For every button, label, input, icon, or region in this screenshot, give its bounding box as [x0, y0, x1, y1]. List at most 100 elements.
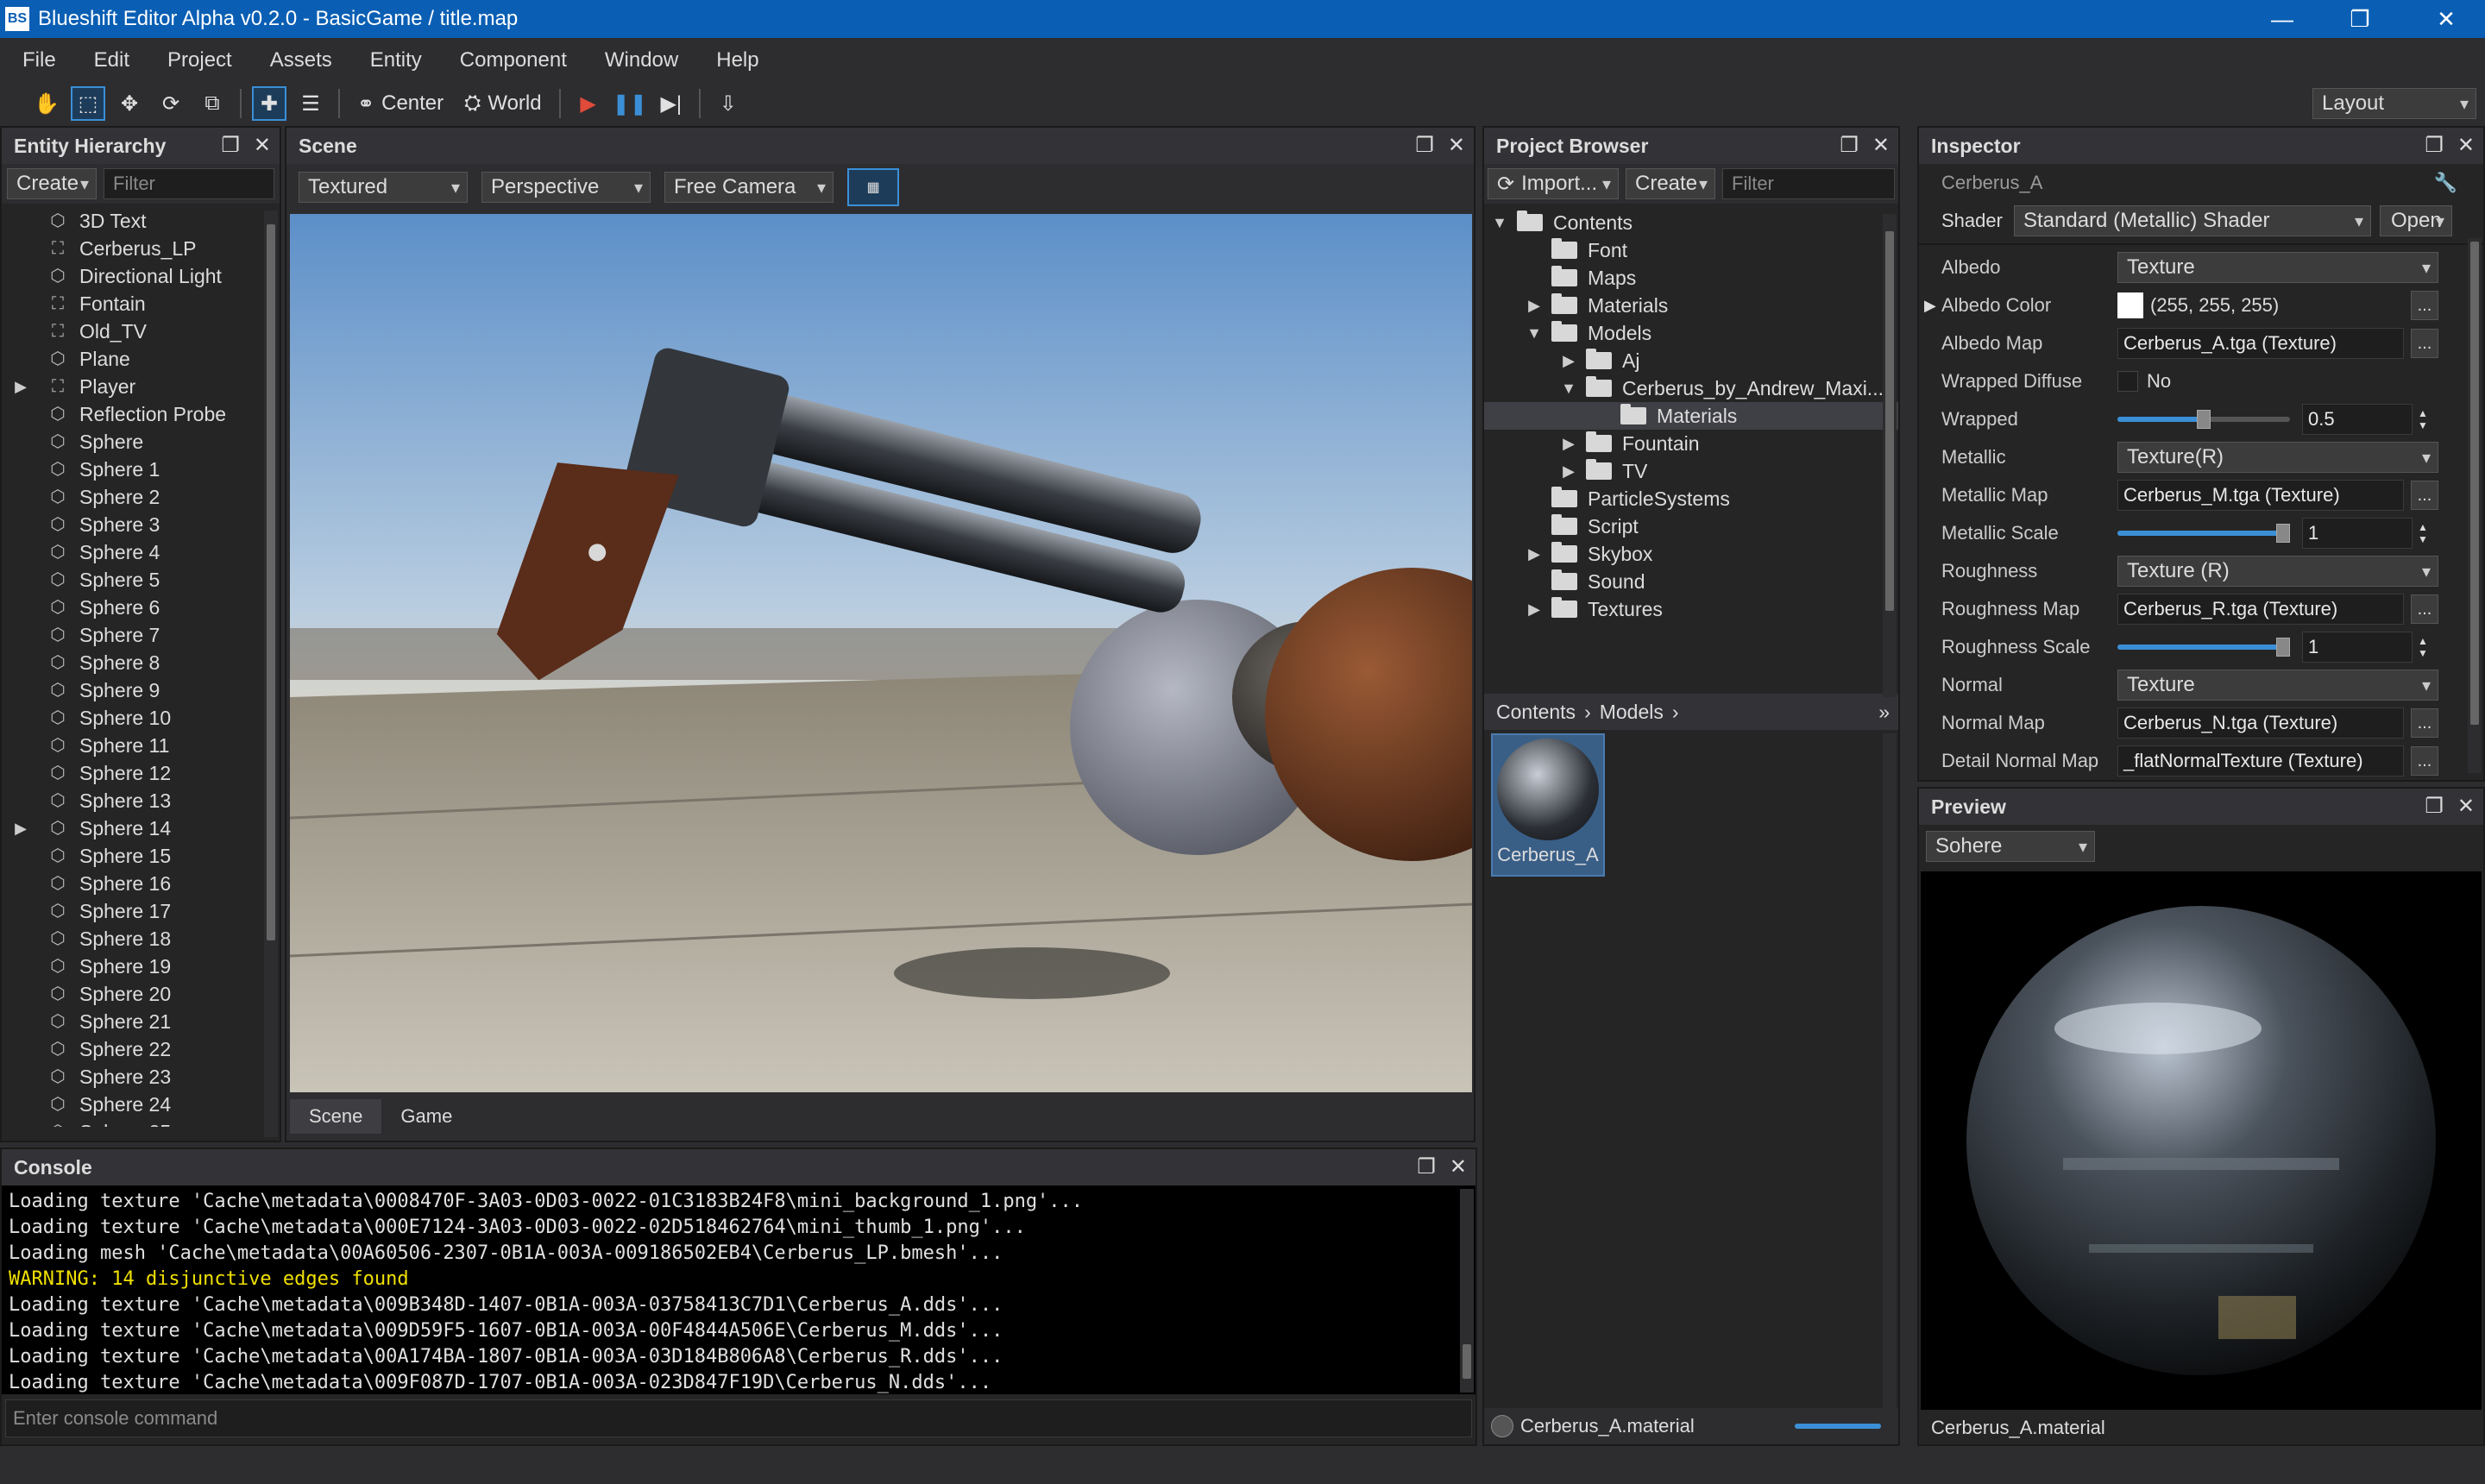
projection-dropdown[interactable]: Perspective	[481, 172, 651, 203]
move-tool-icon[interactable]: ✥	[112, 86, 147, 121]
entity-item[interactable]: ⬡ Sphere 15	[2, 842, 280, 870]
folder-item[interactable]: ▼ Cerberus_by_Andrew_Maxi...	[1484, 374, 1898, 402]
play-icon[interactable]: ▶	[571, 86, 606, 121]
close-panel-icon[interactable]: ✕	[254, 133, 271, 158]
expand-icon[interactable]: ▶	[1558, 462, 1579, 481]
entity-item[interactable]: ⬡ Sphere 24	[2, 1091, 280, 1118]
create-dropdown[interactable]: Create	[7, 168, 97, 199]
expand-icon[interactable]: ▶	[10, 378, 31, 396]
entity-item[interactable]: ⛶ Cerberus_LP	[2, 235, 280, 262]
undock-icon[interactable]: ❐	[221, 133, 240, 158]
entity-item[interactable]: ⬡ 3D Text	[2, 207, 280, 235]
entity-item[interactable]: ⬡ Sphere 21	[2, 1008, 280, 1035]
chevron-more-icon[interactable]: »	[1878, 701, 1890, 724]
close-panel-icon[interactable]: ✕	[1450, 1154, 1467, 1179]
open-shader-button[interactable]: Open	[2380, 205, 2452, 236]
entity-item[interactable]: ⬡ Sphere 6	[2, 594, 280, 621]
spinner-icon[interactable]: ▲ ▼	[2418, 635, 2428, 659]
console-input[interactable]: Enter console command	[5, 1399, 1472, 1437]
folder-item[interactable]: Font	[1484, 236, 1898, 264]
close-panel-icon[interactable]: ✕	[1448, 133, 1465, 158]
align-icon[interactable]: ☰	[293, 86, 328, 121]
folder-item[interactable]: ▶ Skybox	[1484, 540, 1898, 568]
expand-icon[interactable]: ▶	[1558, 435, 1579, 453]
expand-icon[interactable]: ▼	[1558, 380, 1579, 398]
entity-item[interactable]: ⬡ Sphere 20	[2, 980, 280, 1008]
spinner-icon[interactable]: ▲ ▼	[2418, 521, 2428, 545]
snap-grid-icon[interactable]: ✚	[252, 86, 286, 121]
folder-item[interactable]: Sound	[1484, 568, 1898, 595]
entity-item[interactable]: ⬡ Sphere 22	[2, 1035, 280, 1063]
shader-dropdown[interactable]: Standard (Metallic) Shader	[2014, 205, 2371, 236]
folder-item[interactable]: ▶ Textures	[1484, 595, 1898, 623]
close-panel-icon[interactable]: ✕	[2457, 794, 2475, 819]
entity-item[interactable]: ⬡ Sphere 9	[2, 676, 280, 704]
camera-dropdown[interactable]: Free Camera	[664, 172, 834, 203]
menu-project[interactable]: Project	[148, 48, 251, 72]
expand-icon[interactable]: ▶	[1524, 297, 1544, 315]
entity-item[interactable]: ⬡ Sphere 16	[2, 870, 280, 897]
folder-item[interactable]: ▶ Fountain	[1484, 430, 1898, 457]
grid-toggle-icon[interactable]: ▦	[847, 168, 899, 206]
entity-item[interactable]: ⬡ Sphere 8	[2, 649, 280, 676]
expand-icon[interactable]: ▶	[1524, 601, 1544, 619]
thumbnail-size-slider[interactable]	[1795, 1424, 1881, 1429]
color-swatch[interactable]	[2117, 292, 2143, 318]
scene-viewport[interactable]	[290, 214, 1472, 1092]
console-scrollbar[interactable]	[1460, 1189, 1474, 1393]
scale-tool-icon[interactable]: ⧉	[195, 86, 230, 121]
build-icon[interactable]: ⇩	[711, 86, 746, 121]
entity-item[interactable]: ⬡ Sphere 2	[2, 483, 280, 511]
entity-item[interactable]: ⬡ Sphere 18	[2, 925, 280, 953]
metallic-scale-slider[interactable]	[2117, 524, 2290, 543]
menu-window[interactable]: Window	[586, 48, 697, 72]
undock-icon[interactable]: ❐	[1415, 133, 1434, 158]
wrapped-slider[interactable]	[2117, 410, 2290, 429]
tree-scrollbar[interactable]	[1883, 214, 1897, 697]
entity-item[interactable]: ▶ ⛶ Player	[2, 373, 280, 400]
normal-dropdown[interactable]: Texture	[2117, 670, 2438, 701]
folder-item[interactable]: ParticleSystems	[1484, 485, 1898, 512]
breadcrumb-item[interactable]: Contents	[1496, 701, 1576, 724]
select-tool-icon[interactable]: ⬚	[71, 86, 105, 121]
menu-file[interactable]: File	[0, 48, 75, 72]
entity-item[interactable]: ⬡ Sphere 10	[2, 704, 280, 732]
browse-button[interactable]: ...	[2411, 594, 2438, 624]
inspector-scrollbar[interactable]	[2468, 238, 2482, 773]
hand-tool-icon[interactable]: ✋	[29, 86, 64, 121]
folder-item[interactable]: Maps	[1484, 264, 1898, 292]
undock-icon[interactable]: ❐	[1840, 133, 1859, 158]
tab-scene[interactable]: Scene	[290, 1099, 382, 1134]
expand-icon[interactable]: ▶	[1524, 545, 1544, 563]
menu-component[interactable]: Component	[441, 48, 586, 72]
roughness-dropdown[interactable]: Texture (R)	[2117, 556, 2438, 587]
entity-item[interactable]: ⬡ Sphere 23	[2, 1063, 280, 1091]
entity-item[interactable]: ▶ ⬡ Sphere 14	[2, 814, 280, 842]
undock-icon[interactable]: ❐	[2425, 133, 2444, 158]
filter-input[interactable]: Filter	[1722, 168, 1895, 199]
entity-item[interactable]: ⛶ Fontain	[2, 290, 280, 318]
create-dropdown[interactable]: Create	[1626, 168, 1715, 199]
menu-help[interactable]: Help	[697, 48, 777, 72]
roughness-scale-slider[interactable]	[2117, 638, 2290, 657]
undock-icon[interactable]: ❐	[2425, 794, 2444, 819]
entity-item[interactable]: ⬡ Sphere 5	[2, 566, 280, 594]
expand-icon[interactable]: ▶	[10, 820, 31, 838]
metallic-dropdown[interactable]: Texture(R)	[2117, 442, 2438, 473]
folder-item[interactable]: ▶ Materials	[1484, 292, 1898, 319]
close-panel-icon[interactable]: ✕	[2457, 133, 2475, 158]
color-picker-button[interactable]: ...	[2411, 291, 2438, 320]
close-window-icon[interactable]: ✕	[2407, 0, 2485, 38]
expand-icon[interactable]: ▼	[1489, 214, 1510, 232]
metallic-scale-input[interactable]: 1	[2302, 518, 2413, 549]
albedo-dropdown[interactable]: Texture	[2117, 252, 2438, 283]
expand-icon[interactable]: ▶	[1558, 352, 1579, 370]
entity-item[interactable]: ⬡ Sphere 7	[2, 621, 280, 649]
browse-button[interactable]: ...	[2411, 746, 2438, 776]
entity-item[interactable]: ⬡ Sphere 19	[2, 953, 280, 980]
browse-button[interactable]: ...	[2411, 481, 2438, 510]
world-button[interactable]: ⛭ World	[457, 86, 548, 121]
folder-item[interactable]: Materials	[1484, 402, 1898, 430]
tab-game[interactable]: Game	[381, 1099, 471, 1134]
entity-item[interactable]: ⛶ Old_TV	[2, 318, 280, 345]
